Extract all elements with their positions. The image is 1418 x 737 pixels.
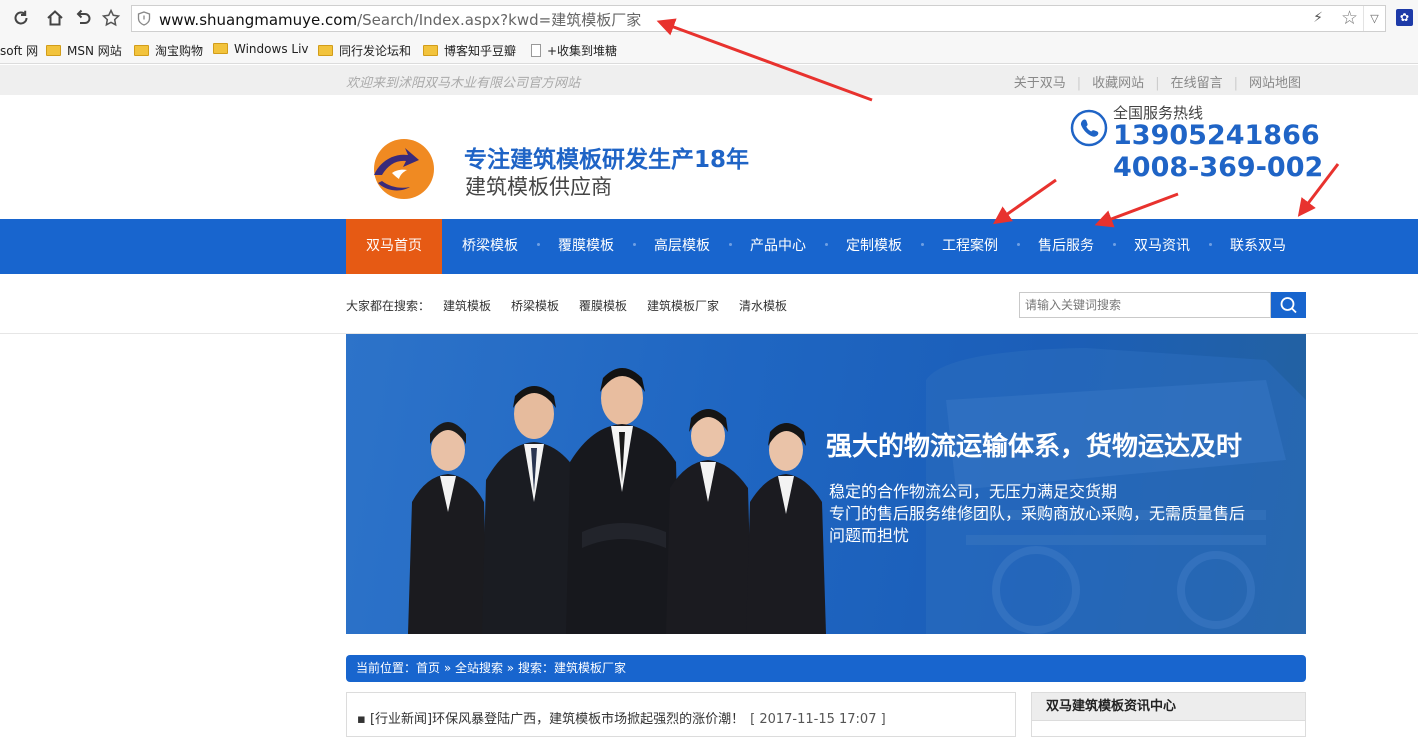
nav-item-custom[interactable]: 定制模板 bbox=[826, 219, 922, 274]
nav-item-service[interactable]: 售后服务 bbox=[1018, 219, 1114, 274]
nav-item-products[interactable]: 产品中心 bbox=[730, 219, 826, 274]
hot-keyword[interactable]: 建筑模板 bbox=[443, 297, 491, 314]
folder-icon bbox=[46, 45, 61, 56]
top-link-message[interactable]: 在线留言 bbox=[1171, 76, 1223, 91]
bookmark-folder[interactable]: 博客知乎豆瓣 bbox=[423, 42, 516, 59]
hot-keyword[interactable]: 建筑模板厂家 bbox=[647, 297, 719, 314]
bookmark-folder[interactable]: Windows Liv bbox=[213, 42, 309, 56]
bullet: ▪ bbox=[357, 712, 370, 727]
bookmarks-bar: soft 网 MSN 网站 淘宝购物 Windows Liv 同行发论坛和 博客… bbox=[0, 36, 1418, 64]
search-input[interactable] bbox=[1019, 292, 1271, 318]
result-title[interactable]: [行业新闻]环保风暴登陆广西，建筑模板市场掀起强烈的涨价潮！ bbox=[370, 712, 744, 727]
nav-item-contact[interactable]: 联系双马 bbox=[1210, 219, 1306, 274]
nav-item-bridge[interactable]: 桥梁模板 bbox=[442, 219, 538, 274]
site-header: 专注建筑模板研发生产18年 建筑模板供应商 全国服务热线 13905241866… bbox=[0, 95, 1418, 219]
url-path: /Search/Index.aspx?kwd=建筑模板厂家 bbox=[357, 11, 642, 29]
result-date: [ 2017-11-15 17:07 ] bbox=[750, 712, 886, 727]
bookmark-folder[interactable]: 淘宝购物 bbox=[134, 42, 203, 59]
folder-icon bbox=[134, 45, 149, 56]
hero-banner[interactable]: 强大的物流运输体系，货物运达及时 稳定的合作物流公司，无压力满足交货期 专门的售… bbox=[346, 334, 1306, 634]
hotline-tollfree: 4008-369-002 bbox=[1113, 152, 1324, 183]
folder-icon bbox=[423, 45, 438, 56]
lightning-icon[interactable]: ⚡ bbox=[1313, 10, 1323, 26]
nav-item-home[interactable]: 双马首页 bbox=[346, 219, 442, 274]
folder-icon bbox=[213, 43, 228, 54]
bookmark-item[interactable]: soft 网 bbox=[0, 42, 38, 59]
url-text[interactable]: www.shuangmamuye.com/Search/Index.aspx?k… bbox=[159, 9, 641, 30]
top-strip: 欢迎来到沭阳双马木业有限公司官方网站 关于双马 | 收藏网站 | 在线留言 | 网站地图 bbox=[0, 65, 1418, 95]
phone-icon bbox=[1070, 109, 1108, 147]
top-link-about[interactable]: 关于双马 bbox=[1014, 76, 1066, 91]
nav-item-film[interactable]: 覆膜模板 bbox=[538, 219, 634, 274]
company-logo[interactable] bbox=[366, 135, 436, 201]
breadcrumb: 当前位置：首页 » 全站搜索 » 搜索：建筑模板厂家 bbox=[346, 655, 1306, 682]
welcome-text: 欢迎来到沭阳双马木业有限公司官方网站 bbox=[346, 76, 581, 91]
folder-icon bbox=[318, 45, 333, 56]
bookmark-folder[interactable]: MSN 网站 bbox=[46, 42, 122, 59]
chevron-down-icon[interactable]: ▽ bbox=[1363, 6, 1385, 31]
top-link-sitemap[interactable]: 网站地图 bbox=[1249, 76, 1301, 91]
business-team-image bbox=[408, 368, 826, 634]
browser-toolbar: www.shuangmamuye.com/Search/Index.aspx?k… bbox=[0, 0, 1418, 36]
undo-icon[interactable] bbox=[73, 8, 93, 28]
hotline-mobile: 13905241866 bbox=[1113, 120, 1320, 151]
news-sidebar: 双马建筑模板资讯中心 bbox=[1031, 692, 1306, 737]
nav-item-highrise[interactable]: 高层模板 bbox=[634, 219, 730, 274]
search-button[interactable] bbox=[1271, 292, 1306, 318]
top-links: 关于双马 | 收藏网站 | 在线留言 | 网站地图 bbox=[1013, 76, 1301, 91]
slogan-sub: 建筑模板供应商 bbox=[465, 175, 612, 199]
shield-icon bbox=[137, 11, 151, 26]
url-host: www.shuangmamuye.com bbox=[159, 11, 358, 29]
top-link-favorite[interactable]: 收藏网站 bbox=[1092, 76, 1144, 91]
bookmark-page[interactable]: +收集到堆糖 bbox=[531, 42, 617, 59]
banner-title: 强大的物流运输体系，货物运达及时 bbox=[826, 432, 1243, 462]
bookmark-folder[interactable]: 同行发论坛和 bbox=[318, 42, 411, 59]
home-icon[interactable] bbox=[45, 8, 65, 28]
list-item[interactable]: ▪ [行业新闻]环保风暴登陆广西，建筑模板市场掀起强烈的涨价潮！ [ 2017-1… bbox=[357, 708, 886, 727]
reload-icon[interactable] bbox=[11, 8, 31, 28]
address-bar[interactable]: www.shuangmamuye.com/Search/Index.aspx?k… bbox=[131, 5, 1386, 32]
hot-search-label: 大家都在搜索： bbox=[346, 299, 431, 313]
banner-line: 稳定的合作物流公司，无压力满足交货期 bbox=[829, 482, 1118, 501]
banner-line: 专门的售后服务维修团队，采购商放心采购，无需质量售后 bbox=[829, 504, 1246, 523]
search-results: ▪ [行业新闻]环保风暴登陆广西，建筑模板市场掀起强烈的涨价潮！ [ 2017-1… bbox=[346, 692, 1016, 737]
banner-line: 问题而担忧 bbox=[829, 526, 910, 545]
hot-keyword[interactable]: 清水模板 bbox=[739, 297, 787, 314]
hot-keyword[interactable]: 覆膜模板 bbox=[579, 297, 627, 314]
search-icon bbox=[1280, 297, 1297, 314]
nav-item-cases[interactable]: 工程案例 bbox=[922, 219, 1018, 274]
star-icon[interactable]: ☆ bbox=[1341, 7, 1358, 29]
main-nav: 双马首页 桥梁模板 覆膜模板 高层模板 产品中心 定制模板 工程案例 售后服务 … bbox=[0, 219, 1418, 274]
slogan-main: 专注建筑模板研发生产18年 bbox=[464, 147, 750, 173]
search-row: 大家都在搜索： 建筑模板 桥梁模板 覆膜模板 建筑模板厂家 清水模板 bbox=[0, 275, 1418, 334]
hot-keyword[interactable]: 桥梁模板 bbox=[511, 297, 559, 314]
sidebar-title: 双马建筑模板资讯中心 bbox=[1032, 693, 1305, 721]
paw-icon[interactable]: ✿ bbox=[1396, 9, 1413, 26]
nav-item-news[interactable]: 双马资讯 bbox=[1114, 219, 1210, 274]
page-icon bbox=[531, 44, 541, 57]
star-icon[interactable] bbox=[101, 8, 121, 28]
